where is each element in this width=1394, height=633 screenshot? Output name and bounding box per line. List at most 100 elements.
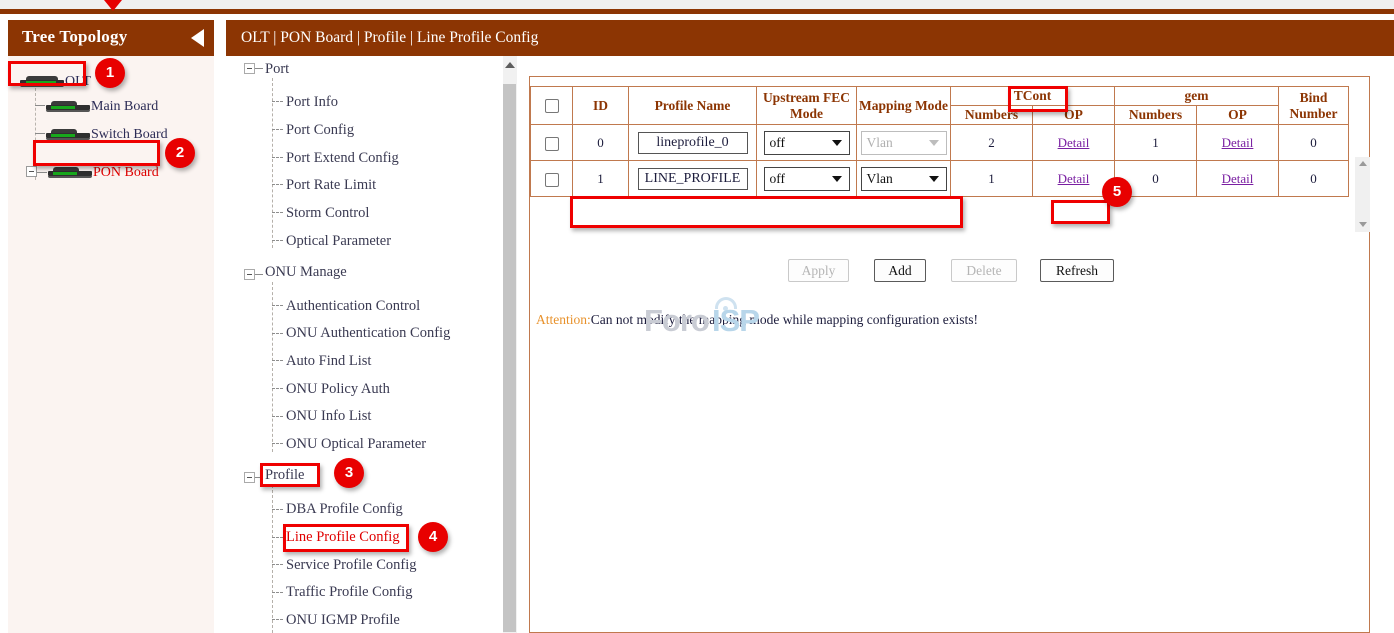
nav-item-dba-profile-config[interactable]: DBA Profile Config [286,501,403,518]
attention-message: Attention:Can not modify the mapping mod… [536,312,978,328]
nav-item-optical-parameter[interactable]: Optical Parameter [286,233,391,250]
nav-scrollbar-thumb[interactable] [503,84,516,632]
breadcrumb: OLT | PON Board | Profile | Line Profile… [241,29,538,47]
col-gem: gem [1115,87,1279,106]
row-checkbox[interactable] [545,137,559,151]
tcont-detail-link[interactable]: Detail [1058,171,1090,186]
refresh-button[interactable]: Refresh [1040,259,1114,282]
nav-group-toggle-port[interactable] [244,63,255,74]
nav-group-toggle-onu-manage[interactable] [244,269,255,280]
nav-item-onu-info-list[interactable]: ONU Info List [286,408,371,425]
select-all-header [531,87,573,125]
nav-item-service-profile-config[interactable]: Service Profile Config [286,557,416,574]
scroll-up-icon[interactable] [505,62,515,68]
nav-item-onu-igmp-profile[interactable]: ONU IGMP Profile [286,612,400,629]
fec-mode-select[interactable]: off [764,167,850,191]
badge-3: 3 [334,458,364,488]
tree-connector [35,105,45,106]
highlight-tcont-detail [1051,200,1110,224]
cell-fec-mode: off [757,161,857,197]
profile-name-input[interactable]: LINE_PROFILE [638,168,748,190]
nav-item-onu-optical-parameter[interactable]: ONU Optical Parameter [286,436,426,453]
highlight-pon-board [33,140,160,166]
nav-group-onu-manage[interactable]: ONU Manage [265,264,347,281]
cell-gem-op: Detail [1197,161,1279,197]
table-row: 0 lineprofile_0 off Vlan 2 [531,125,1349,161]
device-icon [46,101,90,113]
badge-5: 5 [1102,177,1132,207]
nav-connector [272,509,283,510]
cell-profile-name: lineprofile_0 [629,125,757,161]
tcont-detail-link[interactable]: Detail [1058,135,1090,150]
tree-item-label: Main Board [91,99,158,114]
fec-mode-value: off [770,135,786,150]
tree-item-main-board[interactable]: Main Board [46,99,158,115]
nav-connector [272,388,283,389]
tree-item-pon-board[interactable]: PON Board [48,165,159,181]
table-row: 1 LINE_PROFILE off Vlan 1 [531,161,1349,197]
col-mapping-mode: Mapping Mode [857,87,951,125]
attention-text: Can not modify the mapping mode while ma… [591,312,978,327]
row-select-cell [531,161,573,197]
nav-connector [272,360,283,361]
nav-item-onu-authentication-config[interactable]: ONU Authentication Config [286,325,450,342]
delete-button[interactable]: Delete [951,259,1017,282]
tree-expand-toggle-pon-board[interactable] [26,166,37,177]
row-checkbox[interactable] [545,173,559,187]
profile-name-input[interactable]: lineprofile_0 [638,132,748,154]
fec-mode-select[interactable]: off [764,131,850,155]
add-button[interactable]: Add [874,259,926,282]
nav-connector [272,443,283,444]
nav-group-port[interactable]: Port [265,61,289,78]
tree-connector [37,172,47,173]
nav-item-auto-find-list[interactable]: Auto Find List [286,353,371,370]
gem-detail-link[interactable]: Detail [1222,171,1254,186]
apply-button[interactable]: Apply [788,259,849,282]
nav-item-port-config[interactable]: Port Config [286,122,354,139]
down-arrow-icon [104,0,122,11]
nav-item-authentication-control[interactable]: Authentication Control [286,298,420,315]
nav-connector [272,537,283,538]
nav-connector [272,619,283,620]
cell-mapping-mode: Vlan [857,125,951,161]
nav-connector [272,305,283,306]
col-id: ID [573,87,629,125]
nav-connector [272,78,273,248]
highlight-row-1 [570,196,963,228]
chevron-down-icon [929,176,939,182]
sidebar-title: Tree Topology [22,27,127,47]
nav-item-storm-control[interactable]: Storm Control [286,205,369,222]
col-profile-name: Profile Name [629,87,757,125]
nav-item-port-rate-limit[interactable]: Port Rate Limit [286,177,376,194]
table-scrollbar-track[interactable] [1355,157,1370,232]
cell-tcont-numbers: 1 [951,161,1033,197]
mapping-mode-select: Vlan [861,131,947,155]
tree-topology-sidebar: Tree Topology OLT Main Board [8,20,214,633]
select-all-checkbox[interactable] [545,99,559,113]
scroll-down-icon[interactable] [1359,222,1367,227]
nav-item-traffic-profile-config[interactable]: Traffic Profile Config [286,584,412,601]
scroll-up-icon[interactable] [1359,161,1367,166]
cell-gem-numbers: 1 [1115,125,1197,161]
cell-bind-number: 0 [1279,125,1349,161]
gem-detail-link[interactable]: Detail [1222,135,1254,150]
nav-connector [272,129,283,130]
cell-bind-number: 0 [1279,161,1349,197]
cell-id: 0 [573,125,629,161]
collapse-sidebar-icon[interactable] [191,29,204,47]
nav-item-onu-policy-auth[interactable]: ONU Policy Auth [286,381,390,398]
nav-item-port-info[interactable]: Port Info [286,94,338,111]
nav-item-port-extend-config[interactable]: Port Extend Config [286,150,399,167]
badge-2: 2 [165,138,195,168]
highlight-olt [8,61,86,86]
col-upstream-fec-mode: Upstream FEC Mode [757,87,857,125]
cell-gem-op: Detail [1197,125,1279,161]
cell-id: 1 [573,161,629,197]
sidebar-header: Tree Topology [8,20,214,56]
nav-group-toggle-profile[interactable] [244,472,255,483]
line-profile-table: ID Profile Name Upstream FEC Mode Mappin… [530,86,1349,197]
mapping-mode-select[interactable]: Vlan [861,167,947,191]
chevron-down-icon [929,140,939,146]
badge-4: 4 [418,522,448,552]
cell-tcont-op: Detail [1033,125,1115,161]
